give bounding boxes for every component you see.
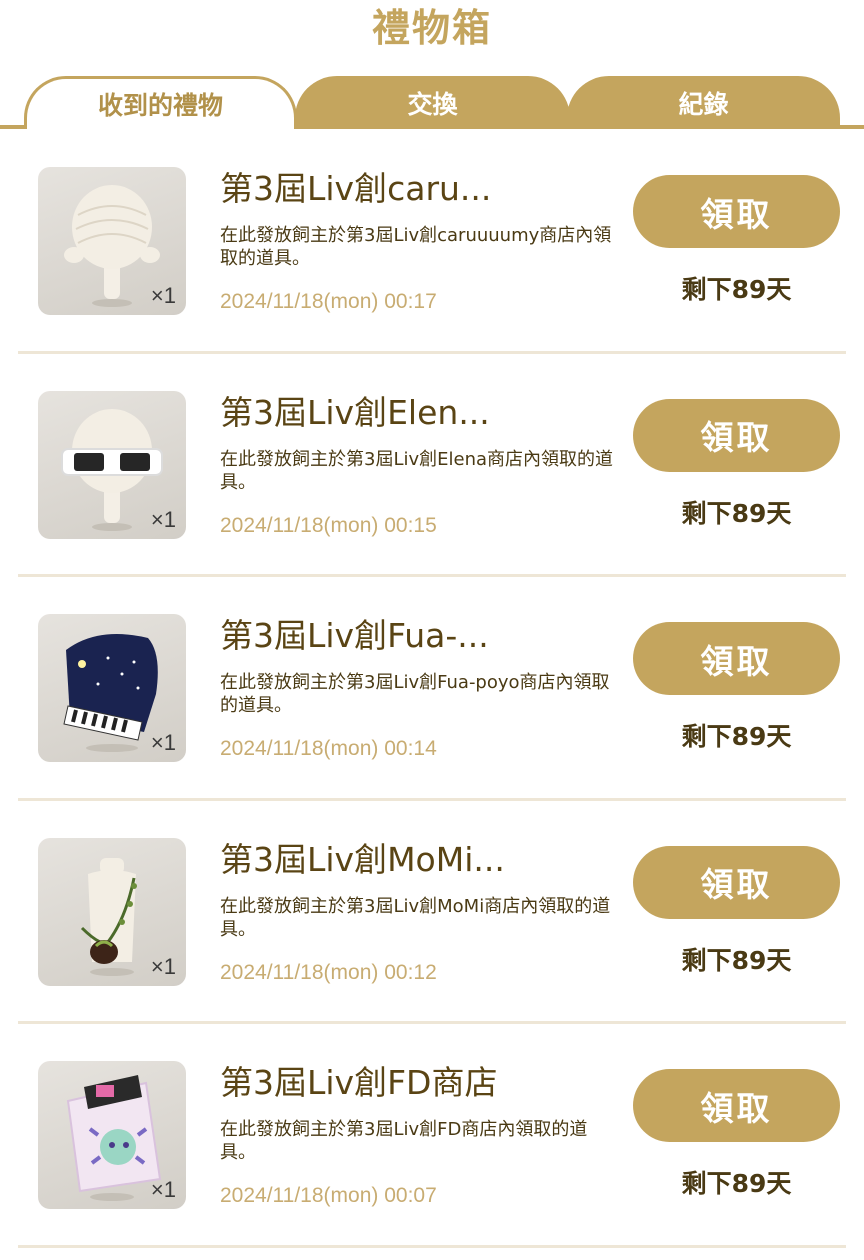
remaining-days: 剩下89天 (681, 498, 792, 528)
remaining-days: 剩下89天 (681, 945, 792, 975)
claim-button[interactable]: 領取 (633, 1069, 840, 1142)
gift-description: 在此發放飼主於第3屆Liv創FD商店內領取的道具。 (220, 1119, 588, 1163)
gift-title: 第3屆Liv創Fua-... (220, 616, 489, 655)
claim-button[interactable]: 領取 (633, 398, 840, 472)
gift-title: 第3屆Liv創MoMi... (220, 839, 505, 879)
gift-date: 2024/11/18(mon) 00:12 (220, 960, 437, 984)
claim-button[interactable]: 領取 (633, 845, 840, 919)
gift-quantity: ×1 (150, 283, 176, 308)
gift-date: 2024/11/18(mon) 00:07 (220, 1184, 437, 1207)
gift-title: 第3屆Liv創Elen... (220, 392, 490, 432)
gift-item: ×1 第3屆Liv創Elen... 在此發放飼主於第3屆Liv創Elena商店內… (0, 354, 864, 577)
gift-item: ×1 第3屆Liv創FD商店 在此發放飼主於第3屆Liv創FD商店內領取的道具。… (0, 1024, 864, 1248)
gift-date: 2024/11/18(mon) 00:14 (220, 737, 437, 760)
gift-thumbnail: ×1 (38, 390, 186, 539)
gift-thumbnail: ×1 (38, 837, 186, 986)
tab-bar: 收到的禮物 交換 紀錄 (0, 76, 864, 130)
tab-exchange[interactable]: 交換 (295, 76, 570, 129)
gift-thumbnail: ×1 (38, 1061, 186, 1209)
gift-description: 在此發放飼主於第3屆Liv創Fua-poyo商店內領取的道具。 (220, 672, 610, 716)
gift-date: 2024/11/18(mon) 00:15 (220, 513, 437, 537)
gift-item: ×1 第3屆Liv創caru... 在此發放飼主於第3屆Liv創caruuuum… (0, 130, 864, 354)
claim-button[interactable]: 領取 (633, 622, 840, 695)
gift-description: 在此發放飼主於第3屆Liv創caruuuumy商店內領取的道具。 (220, 225, 612, 269)
gift-title: 第3屆Liv創FD商店 (220, 1063, 498, 1102)
remaining-days: 剩下89天 (681, 722, 792, 751)
gift-thumbnail: ×1 (38, 167, 186, 315)
gift-list: ×1 第3屆Liv創caru... 在此發放飼主於第3屆Liv創caruuuum… (0, 130, 864, 1248)
remaining-days: 剩下89天 (681, 1169, 792, 1198)
remaining-days: 剩下89天 (681, 275, 792, 304)
page-title: 禮物箱 (371, 6, 492, 50)
row-divider (18, 1244, 846, 1248)
claim-button[interactable]: 領取 (633, 175, 840, 248)
gift-title: 第3屆Liv創caru... (220, 169, 492, 208)
gift-item: ×1 第3屆Liv創MoMi... 在此發放飼主於第3屆Liv創MoMi商店內領… (0, 801, 864, 1024)
gift-quantity: ×1 (150, 506, 176, 532)
tab-history[interactable]: 紀錄 (567, 76, 840, 129)
gift-quantity: ×1 (150, 730, 176, 755)
gift-quantity: ×1 (150, 1177, 176, 1202)
gift-date: 2024/11/18(mon) 00:17 (220, 290, 437, 313)
gift-quantity: ×1 (150, 953, 176, 979)
gift-description: 在此發放飼主於第3屆Liv創MoMi商店內領取的道具。 (220, 895, 611, 940)
tab-received-gifts[interactable]: 收到的禮物 (24, 76, 297, 129)
gift-description: 在此發放飼主於第3屆Liv創Elena商店內領取的道具。 (220, 448, 614, 493)
gift-item: ×1 第3屆Liv創Fua-... 在此發放飼主於第3屆Liv創Fua-poyo… (0, 577, 864, 801)
gift-thumbnail: ×1 (38, 614, 186, 762)
